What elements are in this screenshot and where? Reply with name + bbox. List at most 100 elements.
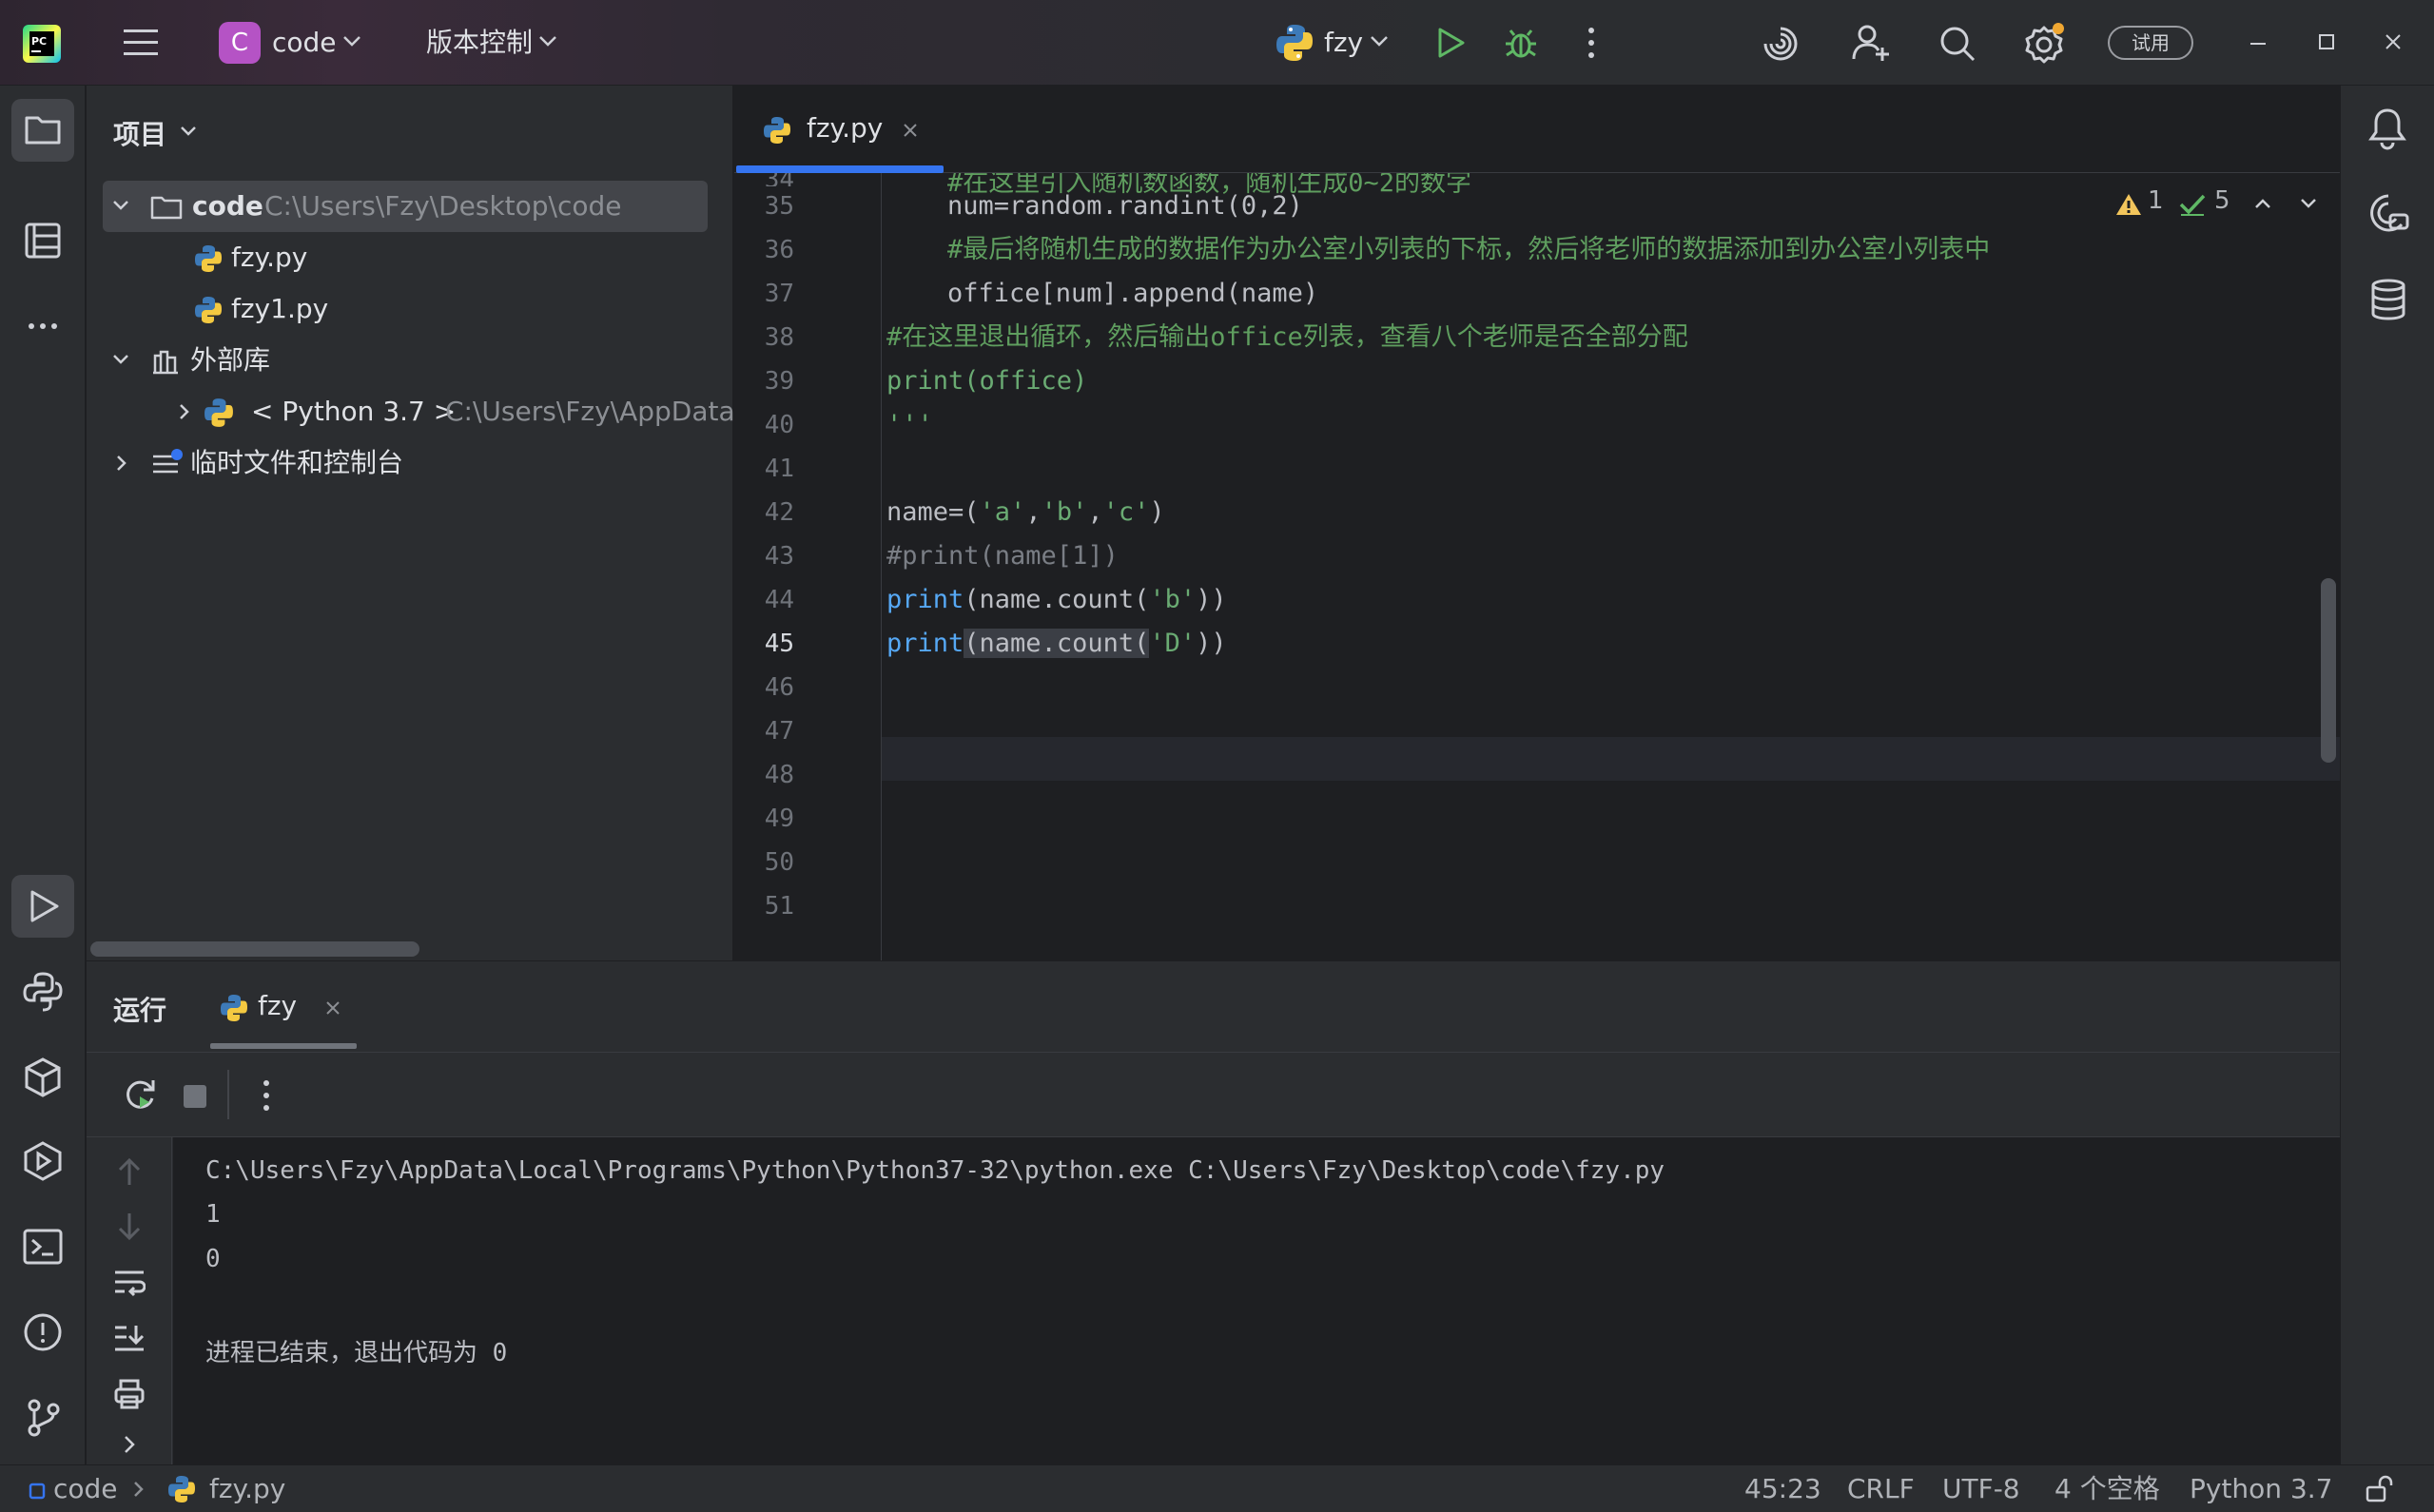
console-output[interactable]: C:\Users\Fzy\AppData\Local\Programs\Pyth… (173, 1137, 2340, 1464)
git-icon[interactable] (11, 1386, 74, 1449)
chevron-down-icon[interactable] (538, 34, 557, 48)
chevron-down-icon[interactable] (112, 200, 129, 211)
project-name[interactable]: code (272, 0, 337, 86)
scroll-to-end-icon[interactable] (113, 1324, 146, 1352)
tree-item-code[interactable]: code C:\Users\Fzy\Desktop\code (103, 181, 708, 232)
more-vertical-icon[interactable] (262, 1079, 271, 1112)
lock-icon[interactable] (2365, 1475, 2393, 1503)
vcs-menu[interactable]: 版本控制 (426, 0, 533, 86)
breadcrumb-project[interactable]: code (53, 1465, 118, 1512)
trial-badge[interactable]: 试用 (2108, 26, 2193, 60)
caret-position[interactable]: 45:23 (1744, 1465, 1821, 1512)
soft-wrap-icon[interactable] (113, 1269, 146, 1297)
indent-setting[interactable]: 4 个空格 (2054, 1465, 2160, 1512)
run-config-name[interactable]: fzy (1324, 0, 1363, 86)
more-horizontal-icon[interactable] (11, 295, 74, 358)
run-panel: 运行 fzy C:\Users\Fzy\AppData\Local\Progra… (87, 961, 2340, 1464)
run-tool-button[interactable] (11, 875, 74, 938)
chevron-down-icon[interactable] (2300, 198, 2317, 209)
project-panel: 项目 code C:\Users\Fzy\Desktop\code fzy.py… (87, 86, 733, 960)
problems-icon[interactable] (11, 1301, 74, 1364)
project-panel-title[interactable]: 项目 (113, 114, 166, 152)
run-tab-fzy[interactable]: fzy (210, 961, 452, 1052)
line-number: 44 (764, 586, 794, 614)
stop-icon[interactable] (182, 1083, 208, 1110)
left-tool-strip (0, 86, 86, 1464)
chevron-up-icon[interactable] (2254, 198, 2271, 209)
vertical-scrollbar[interactable] (2321, 578, 2336, 763)
chevron-down-icon[interactable] (342, 34, 361, 48)
print-icon[interactable] (113, 1379, 146, 1409)
add-user-icon[interactable] (1851, 23, 1891, 63)
close-icon[interactable] (324, 999, 341, 1017)
tree-item-label: fzy1.py (231, 293, 329, 324)
ai-chat-icon[interactable] (2367, 192, 2411, 236)
tree-item-external-libs[interactable]: 外部库 (103, 335, 708, 386)
right-tool-strip (2340, 86, 2434, 1464)
python-interpreter[interactable]: Python 3.7 (2190, 1465, 2333, 1512)
line-number: 49 (764, 804, 794, 833)
python-packages-icon[interactable] (11, 1046, 74, 1109)
arrow-up-icon[interactable] (115, 1156, 144, 1187)
code-token: name=( (886, 497, 980, 527)
code-token: )) (1196, 585, 1227, 614)
gear-icon[interactable] (2024, 23, 2066, 65)
tree-item-path: C:\Users\Fzy\AppData\Lo (445, 396, 733, 427)
terminal-icon[interactable] (11, 1215, 74, 1278)
chevron-right-icon[interactable] (123, 1434, 136, 1455)
code-area[interactable]: #在这里引入随机数函数，随机生成0~2的数字 num=random.randin… (886, 173, 2294, 960)
bug-icon[interactable] (1503, 25, 1539, 61)
code-token: 'a' (979, 497, 1026, 527)
play-icon[interactable] (1434, 27, 1467, 59)
line-number: 37 (764, 280, 794, 308)
hamburger-icon[interactable] (122, 26, 160, 60)
structure-icon[interactable] (11, 209, 74, 272)
code-token: , (1087, 497, 1103, 527)
rerun-icon[interactable] (121, 1076, 159, 1114)
tree-item-fzy1-py[interactable]: fzy1.py (103, 283, 708, 335)
arrow-down-icon[interactable] (115, 1212, 144, 1242)
close-window-icon[interactable] (2384, 32, 2403, 51)
chevron-down-icon[interactable] (1370, 34, 1389, 48)
code-line: print(name.count('b')) (886, 578, 1227, 622)
line-number: 47 (764, 717, 794, 746)
horizontal-scrollbar[interactable] (90, 941, 419, 957)
python-icon (204, 397, 234, 428)
tab-fzy-py[interactable]: fzy.py (734, 86, 945, 173)
code-line: office[num].append(name) (947, 279, 1319, 308)
tree-item-label: 外部库 (190, 344, 271, 376)
tree-item-label: code (192, 190, 263, 222)
database-icon[interactable] (2369, 278, 2407, 321)
chevron-down-icon[interactable] (180, 126, 197, 137)
python-icon (220, 994, 248, 1022)
more-vertical-icon[interactable] (1587, 27, 1596, 59)
tree-item-label: fzy.py (231, 242, 308, 273)
check-count: 5 (2214, 186, 2230, 215)
warning-count: 1 (2148, 186, 2164, 215)
pycharm-logo-icon[interactable]: PC (23, 25, 61, 63)
chevron-right-icon[interactable] (179, 403, 190, 420)
file-encoding[interactable]: UTF-8 (1942, 1465, 2020, 1512)
project-tool-button[interactable] (11, 99, 74, 162)
code-line: ''' (886, 410, 933, 439)
chevron-down-icon[interactable] (112, 354, 129, 365)
bell-icon[interactable] (2367, 107, 2407, 150)
code-token: 'b' (1041, 497, 1088, 527)
line-number: 34 (737, 173, 794, 186)
console-line: C:\Users\Fzy\AppData\Local\Programs\Pyth… (205, 1156, 1665, 1185)
chevron-right-icon[interactable] (116, 455, 127, 472)
search-icon[interactable] (1938, 25, 1976, 63)
minimize-icon[interactable] (2249, 42, 2268, 46)
tree-item-scratches[interactable]: 临时文件和控制台 (103, 437, 708, 489)
maximize-icon[interactable] (2317, 32, 2336, 51)
line-number: 46 (764, 673, 794, 702)
tree-item-fzy-py[interactable]: fzy.py (103, 232, 708, 283)
close-icon[interactable] (902, 122, 919, 139)
python-console-icon[interactable] (11, 960, 74, 1023)
line-separator[interactable]: CRLF (1847, 1465, 1915, 1512)
services-icon[interactable] (11, 1130, 74, 1192)
tree-item-python-sdk[interactable]: < Python 3.7 > C:\Users\Fzy\AppData\Lo (103, 386, 733, 437)
run-panel-title[interactable]: 运行 (113, 990, 166, 1028)
ai-assistant-icon[interactable] (1762, 25, 1800, 63)
breadcrumb-file[interactable]: fzy.py (209, 1465, 285, 1512)
